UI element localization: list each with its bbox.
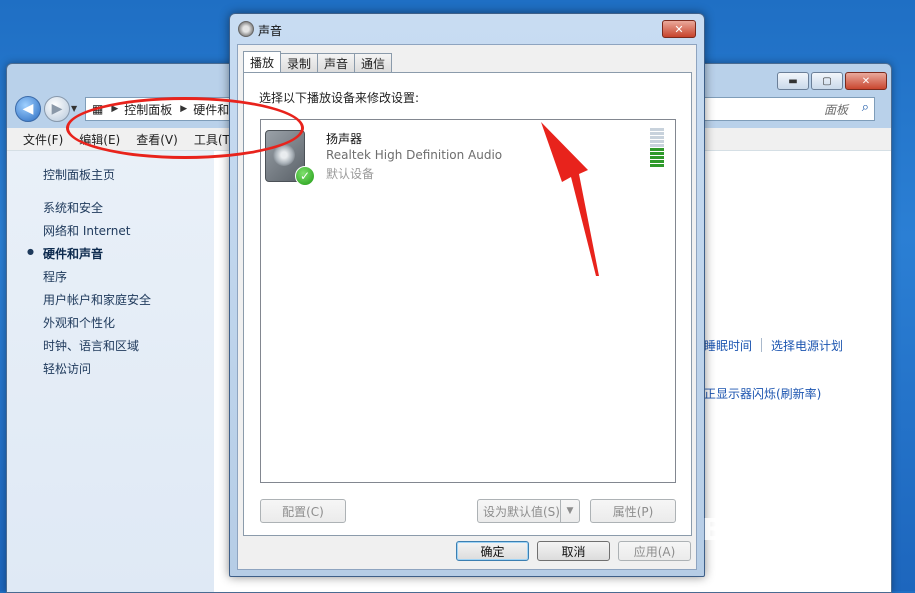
- dialog-body: 播放 录制 声音 通信 选择以下播放设备来修改设置: ✓ 扬声器 Realtek…: [237, 44, 697, 570]
- playback-panel: 选择以下播放设备来修改设置: ✓ 扬声器 Realtek High Defini…: [243, 72, 692, 536]
- breadcrumb-hardware-sound[interactable]: 硬件和: [193, 101, 229, 118]
- sidebar-item-appearance[interactable]: 外观和个性化: [43, 314, 115, 331]
- menu-file[interactable]: 文件(F): [23, 131, 63, 148]
- level-segment: [650, 128, 664, 131]
- chevron-down-icon[interactable]: ▼: [560, 500, 579, 522]
- link-divider: [761, 338, 762, 352]
- level-segment: [650, 136, 664, 139]
- sidebar-item-programs[interactable]: 程序: [43, 268, 67, 285]
- list-item[interactable]: ✓ 扬声器 Realtek High Definition Audio 默认设备: [261, 120, 675, 190]
- set-default-label: 设为默认值(S): [483, 504, 560, 519]
- level-segment: [650, 144, 664, 147]
- panel-instruction: 选择以下播放设备来修改设置:: [259, 91, 420, 105]
- volume-level-meter: [650, 128, 666, 168]
- power-plan-link[interactable]: 选择电源计划: [771, 337, 843, 354]
- breadcrumb-separator-icon[interactable]: ▶: [111, 104, 118, 114]
- cancel-button[interactable]: 取消: [537, 541, 610, 561]
- check-icon: ✓: [295, 166, 315, 186]
- device-status: 默认设备: [326, 167, 375, 181]
- properties-button[interactable]: 属性(P): [590, 499, 676, 523]
- device-name: 扬声器: [326, 132, 363, 146]
- tab-strip: 播放 录制 声音 通信: [243, 51, 393, 73]
- level-segment: [650, 152, 664, 155]
- forward-button[interactable]: ▶: [44, 96, 70, 122]
- configure-button[interactable]: 配置(C): [260, 499, 346, 523]
- close-button[interactable]: ✕: [845, 72, 887, 90]
- level-segment: [650, 160, 664, 163]
- control-panel-icon: ▦: [92, 102, 104, 116]
- maximize-button[interactable]: ▢: [811, 72, 843, 90]
- device-description: Realtek High Definition Audio: [326, 148, 503, 162]
- arrow-right-icon: ▶: [51, 101, 63, 117]
- sleep-time-link[interactable]: 睡眠时间: [704, 337, 752, 354]
- back-button[interactable]: ◀: [15, 96, 41, 122]
- level-segment: [650, 164, 664, 167]
- search-input[interactable]: 面板: [824, 101, 848, 118]
- watermark-url: jingyan.baidu.com: [724, 547, 835, 561]
- control-panel-sidebar: 控制面板主页 系统和安全 网络和 Internet ● 硬件和声音 程序 用户帐…: [7, 151, 214, 592]
- sidebar-item-hardware-sound[interactable]: 硬件和声音: [43, 245, 103, 262]
- apply-button[interactable]: 应用(A): [618, 541, 691, 561]
- active-bullet-icon: ●: [27, 247, 34, 256]
- sidebar-item-system-security[interactable]: 系统和安全: [43, 199, 103, 216]
- set-default-button[interactable]: 设为默认值(S) ▼: [477, 499, 580, 523]
- search-icon[interactable]: ⌕: [862, 100, 869, 115]
- level-segment: [650, 132, 664, 135]
- recent-pages-dropdown[interactable]: ▼: [71, 104, 77, 113]
- level-segment: [650, 148, 664, 151]
- baidu-watermark: Bai 经验 jingyan.baidu.com: [702, 505, 835, 561]
- tab-playback[interactable]: 播放: [243, 51, 282, 72]
- watermark-logo: Bai 经验: [702, 513, 832, 548]
- breadcrumb-separator-icon[interactable]: ▶: [180, 104, 187, 114]
- monitor-flicker-link[interactable]: 正显示器闪烁(刷新率): [704, 385, 821, 402]
- sidebar-item-clock-region[interactable]: 时钟、语言和区域: [43, 337, 139, 354]
- sound-dialog: 声音 ✕ 播放 录制 声音 通信 选择以下播放设备来修改设置: ✓ 扬声器 Re…: [229, 13, 705, 577]
- minimize-button[interactable]: ▬: [777, 72, 809, 90]
- dialog-close-button[interactable]: ✕: [662, 20, 696, 38]
- speaker-cone-icon: [273, 144, 295, 166]
- tab-sounds[interactable]: 声音: [317, 53, 356, 72]
- sidebar-item-user-accounts[interactable]: 用户帐户和家庭安全: [43, 291, 151, 308]
- window-caption-buttons: ▬ ▢ ✕: [777, 72, 887, 90]
- level-segment: [650, 140, 664, 143]
- device-list[interactable]: ✓ 扬声器 Realtek High Definition Audio 默认设备: [260, 119, 676, 483]
- menu-edit[interactable]: 编辑(E): [79, 131, 120, 148]
- ok-button[interactable]: 确定: [456, 541, 529, 561]
- arrow-left-icon: ◀: [22, 101, 34, 117]
- sidebar-item-ease-of-access[interactable]: 轻松访问: [43, 360, 91, 377]
- level-segment: [650, 156, 664, 159]
- tab-recording[interactable]: 录制: [280, 53, 319, 72]
- speaker-icon: [238, 21, 254, 37]
- breadcrumb-control-panel[interactable]: 控制面板: [124, 101, 172, 118]
- tab-communications[interactable]: 通信: [354, 53, 393, 72]
- sidebar-item-network[interactable]: 网络和 Internet: [43, 222, 130, 239]
- dialog-title: 声音: [258, 24, 283, 38]
- menu-view[interactable]: 查看(V): [136, 131, 178, 148]
- sidebar-item-home[interactable]: 控制面板主页: [43, 166, 115, 183]
